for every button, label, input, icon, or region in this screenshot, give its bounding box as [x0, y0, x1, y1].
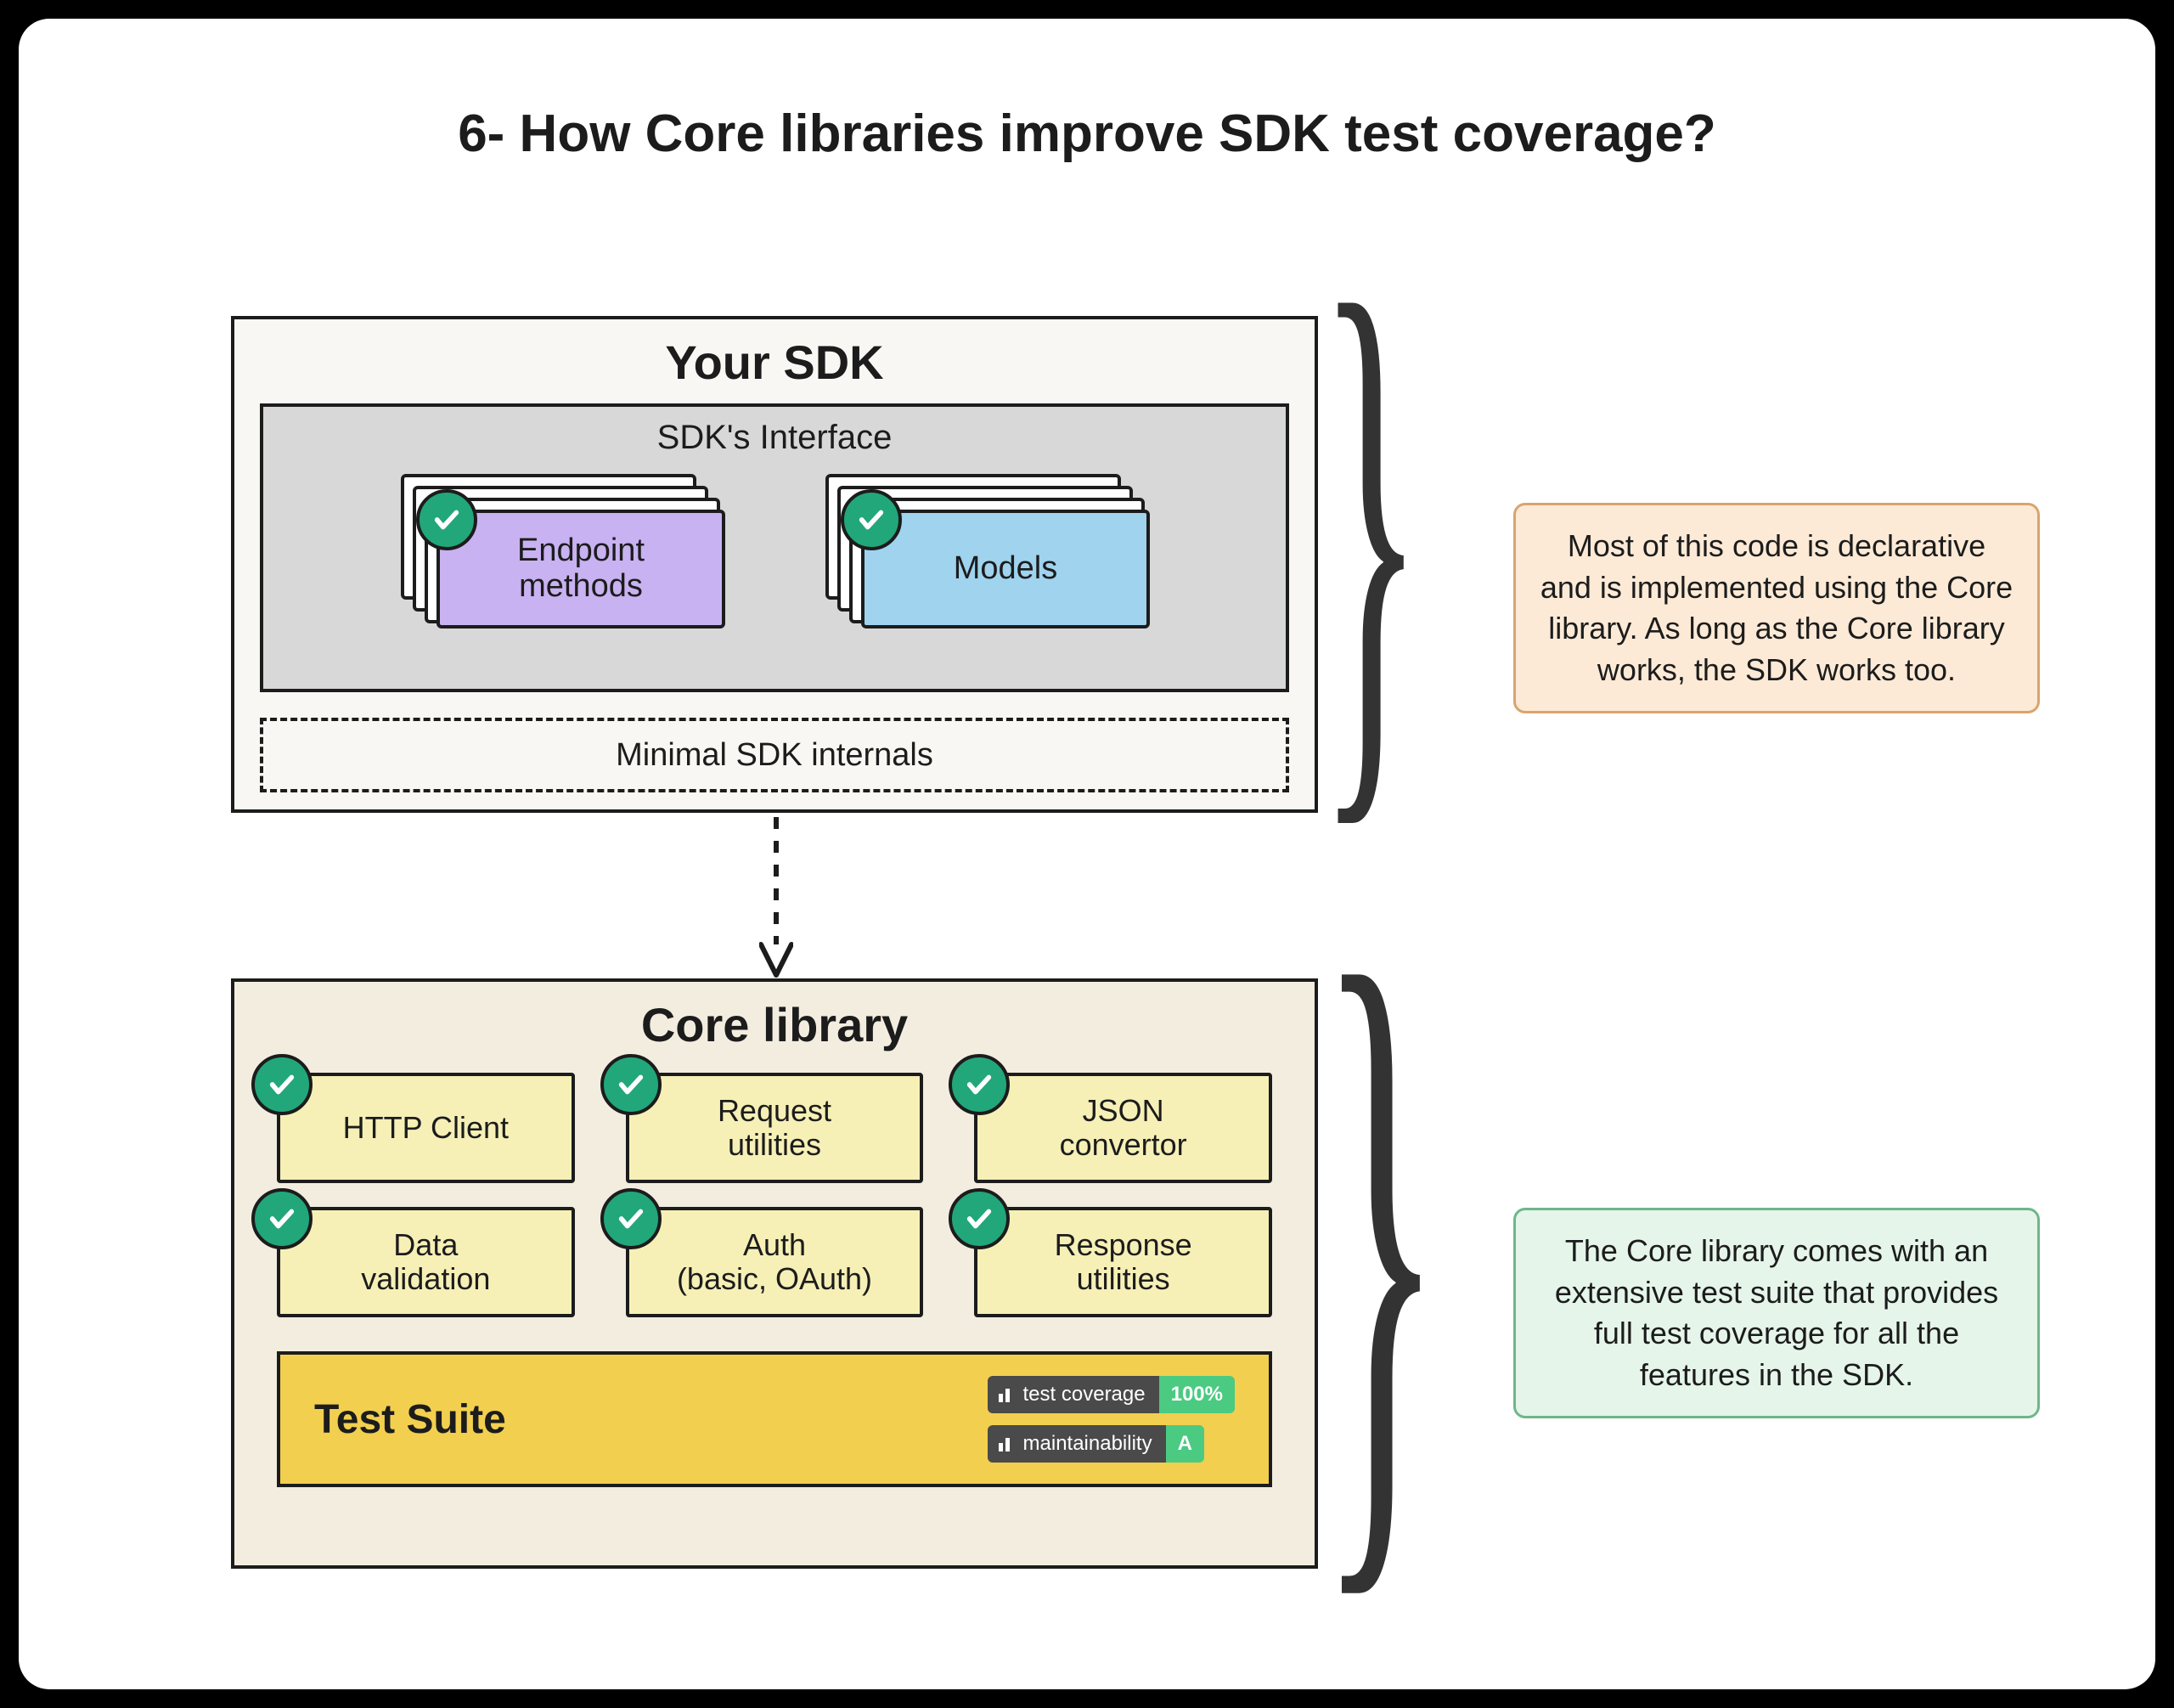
- badge-maintainability: maintainability A: [988, 1425, 1235, 1463]
- test-suite-label: Test Suite: [314, 1396, 506, 1443]
- core-item-label: Auth(basic, OAuth): [677, 1228, 872, 1295]
- core-item-label: Datavalidation: [361, 1228, 490, 1295]
- check-icon: [841, 489, 902, 550]
- brace-icon: }: [1318, 214, 1423, 843]
- note-sdk-explainer: Most of this code is declarative and is …: [1513, 503, 2040, 713]
- core-item-label: JSONconvertor: [1060, 1094, 1187, 1161]
- badge-coverage-value: 100%: [1159, 1376, 1235, 1413]
- core-item-http-client: HTTP Client: [277, 1073, 575, 1183]
- core-item-label: Requestutilities: [718, 1094, 831, 1161]
- check-icon: [600, 1188, 662, 1249]
- check-icon: [251, 1054, 313, 1115]
- check-icon: [416, 489, 477, 550]
- core-item-label: HTTP Client: [343, 1111, 509, 1145]
- core-item-json-convertor: JSONconvertor: [974, 1073, 1272, 1183]
- badge-chart-icon: [996, 1436, 1017, 1452]
- badge-maintainability-label: maintainability: [1023, 1432, 1152, 1456]
- check-icon: [251, 1188, 313, 1249]
- core-library-box: Core library HTTP Client Requestutilitie…: [231, 978, 1318, 1569]
- endpoint-methods-stack: Endpointmethods: [401, 474, 724, 627]
- minimal-internals-label: Minimal SDK internals: [616, 737, 933, 774]
- page-card: 6- How Core libraries improve SDK test c…: [19, 19, 2155, 1689]
- note-core-explainer: The Core library comes with an extensive…: [1513, 1208, 2040, 1418]
- core-item-data-validation: Datavalidation: [277, 1207, 575, 1317]
- sdk-box-title: Your SDK: [260, 335, 1289, 390]
- check-icon: [600, 1054, 662, 1115]
- models-label: Models: [954, 551, 1058, 587]
- core-item-request-utilities: Requestutilities: [626, 1073, 924, 1183]
- badge-coverage-label: test coverage: [1023, 1383, 1146, 1406]
- minimal-internals-box: Minimal SDK internals: [260, 718, 1289, 792]
- viewport: 6- How Core libraries improve SDK test c…: [0, 0, 2174, 1708]
- sdk-interface-title: SDK's Interface: [297, 419, 1252, 457]
- diagram-title: 6- How Core libraries improve SDK test c…: [19, 104, 2155, 164]
- sdk-interface-box: SDK's Interface Endpointmethods: [260, 403, 1289, 692]
- badges-column: test coverage 100% maintainability A: [988, 1376, 1235, 1463]
- badge-chart-icon: [996, 1387, 1017, 1402]
- core-library-title: Core library: [277, 997, 1272, 1052]
- core-grid: HTTP Client Requestutilities JSONconvert…: [277, 1073, 1272, 1317]
- models-card: Models: [861, 510, 1150, 629]
- brace-icon: }: [1318, 868, 1444, 1615]
- check-icon: [949, 1054, 1010, 1115]
- core-item-auth: Auth(basic, OAuth): [626, 1207, 924, 1317]
- badge-maintainability-value: A: [1166, 1425, 1204, 1463]
- check-icon: [949, 1188, 1010, 1249]
- models-stack: Models: [825, 474, 1148, 627]
- test-suite-box: Test Suite test coverage 100% maintainab…: [277, 1351, 1272, 1487]
- sdk-cards-row: Endpointmethods Models: [297, 474, 1252, 627]
- badge-test-coverage: test coverage 100%: [988, 1376, 1235, 1413]
- core-item-response-utilities: Responseutilities: [974, 1207, 1272, 1317]
- endpoint-methods-card: Endpointmethods: [436, 510, 725, 629]
- endpoint-methods-label: Endpointmethods: [517, 533, 645, 605]
- sdk-box: Your SDK SDK's Interface Endpointmethods: [231, 316, 1318, 813]
- arrow-down-icon: [759, 817, 793, 978]
- core-item-label: Responseutilities: [1055, 1228, 1192, 1295]
